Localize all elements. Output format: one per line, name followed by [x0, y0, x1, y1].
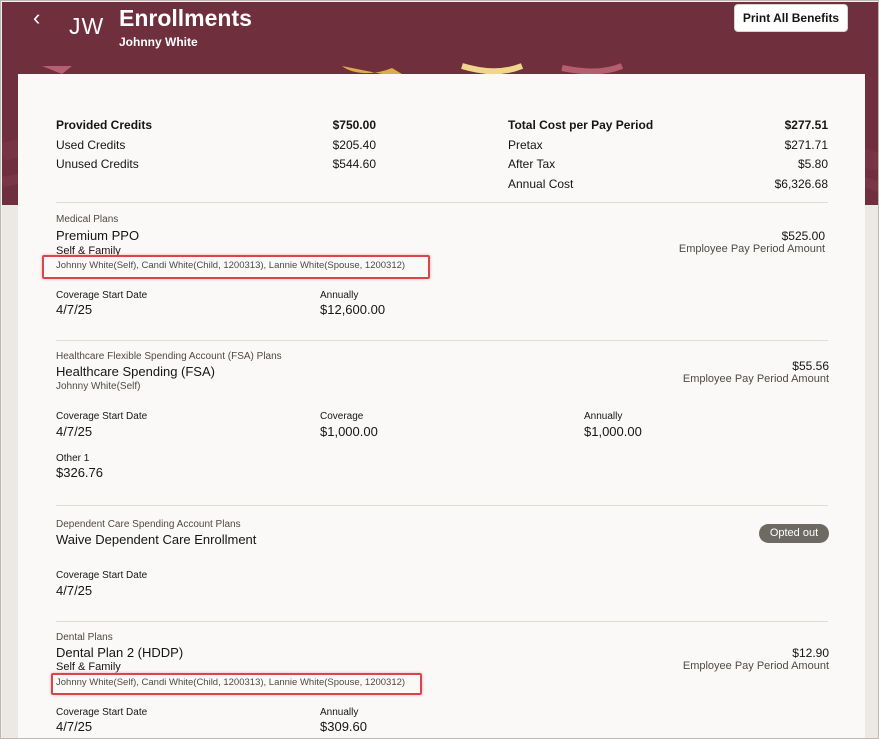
fsa-coverage-value: $1,000.00	[320, 424, 378, 439]
dental-start-value: 4/7/25	[56, 719, 93, 734]
medical-annually-label: Annually	[320, 290, 359, 301]
after-tax-value: $5.80	[797, 157, 828, 171]
dental-amount-label: Employee Pay Period Amount	[682, 660, 829, 672]
dental-amount: $12.90	[792, 646, 829, 660]
medical-start-label: Coverage Start Date	[56, 290, 148, 301]
divider	[56, 505, 828, 506]
dependent-category: Dependent Care Spending Account Plans	[56, 519, 241, 530]
medical-annually-value: $12,600.00	[320, 302, 386, 317]
dependent-plan-name[interactable]: Waive Dependent Care Enrollment	[56, 532, 256, 547]
page-subtitle: Johnny White	[119, 35, 198, 49]
dental-annually-value: $309.60	[320, 719, 367, 734]
fsa-coverage-label: Coverage	[320, 411, 364, 422]
fsa-start-value: 4/7/25	[56, 424, 93, 439]
dependent-start-value: 4/7/25	[56, 583, 93, 598]
dependent-start-label: Coverage Start Date	[56, 570, 148, 581]
enrollments-card: Provided Credits $750.00 Used Credits $2…	[18, 74, 865, 738]
medical-plan-name[interactable]: Premium PPO	[56, 228, 139, 243]
pretax-value: $271.71	[784, 138, 828, 152]
fsa-amount-label: Employee Pay Period Amount	[682, 373, 829, 385]
divider	[56, 621, 828, 622]
after-tax-label: After Tax	[508, 157, 556, 171]
divider	[56, 340, 828, 341]
fsa-participants: Johnny White(Self)	[56, 381, 141, 392]
fsa-start-label: Coverage Start Date	[56, 411, 148, 422]
provided-credits-value: $750.00	[332, 118, 376, 132]
provided-credits-label: Provided Credits	[56, 118, 153, 132]
pretax-label: Pretax	[508, 138, 543, 152]
fsa-annually-value: $1,000.00	[584, 424, 642, 439]
fsa-other-label: Other 1	[56, 453, 90, 464]
dental-annually-label: Annually	[320, 707, 359, 718]
fsa-other-value: $326.76	[56, 465, 103, 480]
chevron-left-icon[interactable]: ‹	[33, 7, 40, 29]
medical-start-value: 4/7/25	[56, 302, 93, 317]
medical-amount: $525.00	[781, 229, 825, 243]
used-credits-label: Used Credits	[56, 138, 126, 152]
annual-cost-label: Annual Cost	[508, 177, 574, 191]
total-cost-value: $277.51	[784, 118, 828, 132]
fsa-category: Healthcare Flexible Spending Account (FS…	[56, 351, 282, 362]
divider	[56, 202, 828, 203]
unused-credits-label: Unused Credits	[56, 157, 139, 171]
user-initials: JW	[69, 13, 105, 39]
page-title: Enrollments	[119, 5, 252, 31]
medical-amount-label: Employee Pay Period Amount	[678, 243, 825, 255]
dental-start-label: Coverage Start Date	[56, 707, 148, 718]
highlight-box	[42, 255, 430, 279]
fsa-plan-name[interactable]: Healthcare Spending (FSA)	[56, 364, 215, 379]
page-frame: ‹ JW Enrollments Johnny White Print All …	[0, 0, 879, 739]
opted-out-badge: Opted out	[759, 524, 829, 543]
print-all-benefits-button[interactable]: Print All Benefits	[734, 4, 848, 32]
dental-option: Self & Family	[56, 661, 121, 673]
dental-category: Dental Plans	[56, 632, 113, 643]
total-cost-label: Total Cost per Pay Period	[508, 118, 654, 132]
annual-cost-value: $6,326.68	[774, 177, 828, 191]
highlight-box	[51, 673, 422, 695]
unused-credits-value: $544.60	[332, 157, 376, 171]
fsa-amount: $55.56	[792, 359, 829, 373]
fsa-annually-label: Annually	[584, 411, 623, 422]
dental-plan-name[interactable]: Dental Plan 2 (HDDP)	[56, 645, 183, 660]
used-credits-value: $205.40	[332, 138, 376, 152]
medical-category: Medical Plans	[56, 214, 119, 225]
